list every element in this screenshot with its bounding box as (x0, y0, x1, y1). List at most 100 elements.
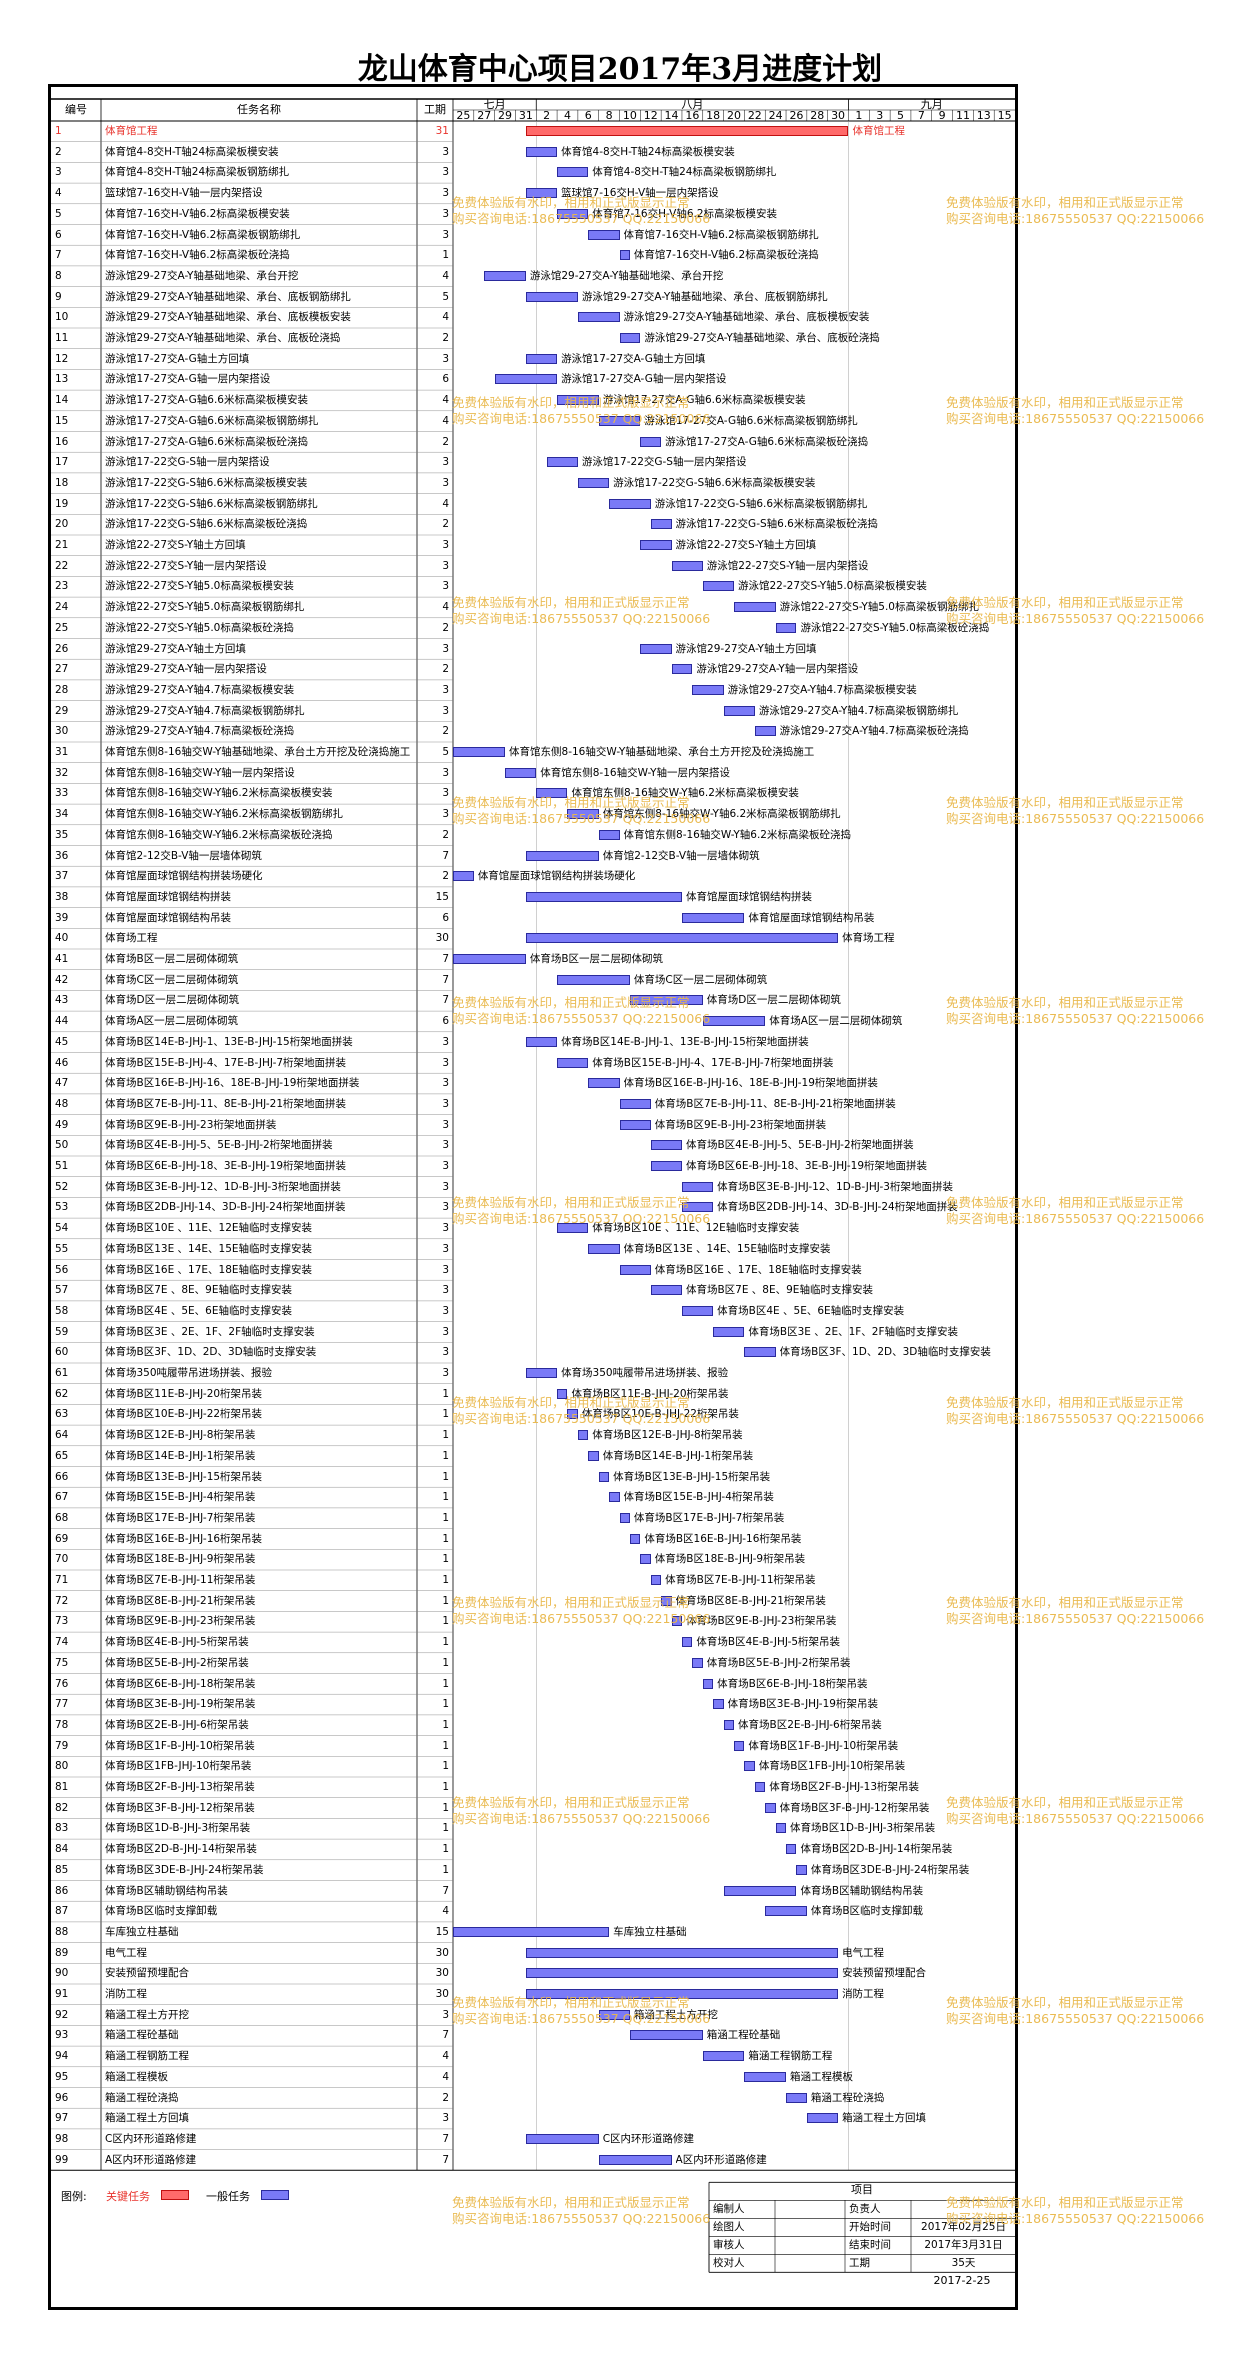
task-bar[interactable] (681, 1181, 714, 1192)
task-bar[interactable] (806, 2113, 839, 2124)
task-bar[interactable] (671, 560, 703, 571)
task-bar[interactable] (754, 1782, 766, 1792)
task-bar[interactable] (619, 1119, 651, 1130)
task-bar[interactable] (796, 1864, 807, 1875)
task-name: 体育场B区3E-B-JHJ-12、1D-B-JHJ-3桁架地面拼装 (105, 1180, 341, 1193)
task-bar[interactable] (702, 581, 734, 592)
task-bar[interactable] (681, 1637, 693, 1648)
task-name: 体育场B区13E-B-JHJ-15桁架吊装 (105, 1470, 263, 1483)
task-bar[interactable] (588, 1243, 620, 1254)
task-bar[interactable] (525, 2133, 599, 2144)
task-bar[interactable] (619, 1098, 651, 1109)
task-bar-label: 车库独立柱基础 (613, 1925, 687, 1938)
task-bar[interactable] (453, 871, 474, 882)
task-bar[interactable] (609, 1492, 620, 1503)
task-bar[interactable] (650, 1285, 682, 1296)
task-bar[interactable] (786, 1844, 797, 1855)
task-bar[interactable] (525, 891, 682, 902)
task-bar[interactable] (453, 954, 526, 964)
task-bar[interactable] (598, 1471, 610, 1482)
task-bar[interactable] (505, 767, 537, 778)
task-name: 游泳馆22-27交S-Y轴5.0标高梁板模安装 (105, 580, 294, 593)
task-bar[interactable] (713, 1326, 745, 1337)
task-bar[interactable] (557, 974, 630, 985)
task-bar[interactable] (525, 353, 558, 364)
task-bar[interactable] (702, 2051, 745, 2062)
task-bar[interactable] (775, 622, 797, 633)
task-bar[interactable] (629, 1533, 641, 1544)
task-bar[interactable] (588, 229, 620, 240)
task-bar[interactable] (713, 1699, 724, 1710)
task-bar[interactable] (588, 1078, 620, 1089)
task-bar[interactable] (619, 1512, 630, 1523)
info-key: 绘图人 (713, 2221, 745, 2234)
task-bar[interactable] (525, 1368, 558, 1378)
task-bar[interactable] (629, 2030, 703, 2041)
task-bar[interactable] (681, 1305, 714, 1316)
task-bar[interactable] (557, 1057, 589, 1068)
task-bar[interactable] (546, 457, 578, 468)
task-name: 体育馆7-16交H-V轴6.2标高梁板砼浇捣 (105, 249, 290, 262)
task-bar[interactable] (734, 602, 776, 613)
task-name: 体育馆屋面球馆钢结构吊装 (105, 911, 231, 924)
task-duration: 4 (442, 311, 449, 324)
task-bar[interactable] (744, 1347, 776, 1358)
task-name: 消防工程 (105, 1988, 147, 2000)
task-bar[interactable] (723, 705, 755, 716)
task-name: 体育馆工程 (105, 125, 158, 137)
task-bar[interactable] (681, 912, 745, 923)
task-bar[interactable] (723, 1885, 797, 1896)
task-bar[interactable] (765, 1802, 776, 1813)
task-bar[interactable] (754, 726, 776, 737)
task-bar[interactable] (525, 146, 558, 157)
task-bar[interactable] (775, 1823, 787, 1834)
task-bar[interactable] (702, 1016, 766, 1027)
task-bar[interactable] (640, 643, 672, 654)
task-bar[interactable] (640, 1554, 651, 1565)
task-bar[interactable] (453, 747, 506, 757)
watermark-line-1: 免费体验版有水印，相用和正式版显示正常 (452, 1795, 690, 1810)
task-bar[interactable] (525, 1947, 839, 1958)
task-bar[interactable] (577, 312, 620, 323)
task-bar[interactable] (525, 933, 839, 944)
task-bar[interactable] (619, 333, 641, 343)
task-bar[interactable] (786, 2092, 807, 2103)
task-bar[interactable] (744, 1761, 755, 1772)
task-bar[interactable] (557, 167, 589, 178)
task-bar-label: 体育馆7-16交H-V轴6.2标高梁板砼浇捣 (633, 249, 819, 262)
task-bar[interactable] (609, 498, 651, 509)
task-name: 游泳馆29-27交A-Y轴基础地梁、承台、底板砼浇捣 (105, 332, 341, 344)
task-bar[interactable] (692, 1657, 703, 1668)
watermark-line-2: 购买咨询电话:18675550537 QQ:22150066 (452, 2011, 711, 2026)
task-bar[interactable] (588, 1450, 599, 1461)
task-duration: 3 (442, 787, 449, 800)
task-bar[interactable] (525, 850, 599, 861)
task-bar[interactable] (723, 1719, 734, 1730)
task-bar[interactable] (453, 1926, 610, 1937)
task-bar[interactable] (734, 1740, 745, 1751)
task-bar[interactable] (577, 1430, 589, 1441)
task-bar[interactable] (702, 1678, 714, 1689)
task-bar[interactable] (650, 1140, 682, 1151)
task-bar[interactable] (744, 2071, 787, 2082)
task-name: 游泳馆22-27交S-Y轴5.0标高梁板钢筋绑扎 (105, 601, 305, 614)
task-bar[interactable] (692, 684, 724, 695)
task-bar[interactable] (598, 829, 620, 840)
task-bar[interactable] (484, 270, 526, 281)
task-bar[interactable] (640, 436, 662, 447)
task-bar[interactable] (525, 1036, 558, 1047)
task-bar[interactable] (640, 540, 672, 550)
task-bar[interactable] (650, 519, 672, 530)
critical-task-bar[interactable] (525, 126, 849, 136)
task-bar[interactable] (650, 1575, 662, 1585)
task-bar[interactable] (671, 664, 693, 675)
task-bar[interactable] (619, 1264, 651, 1275)
task-bar[interactable] (598, 2154, 672, 2165)
task-bar[interactable] (577, 477, 610, 488)
task-bar[interactable] (619, 250, 630, 261)
task-bar[interactable] (525, 1968, 839, 1979)
task-bar[interactable] (650, 1161, 682, 1171)
task-bar[interactable] (765, 1906, 807, 1917)
task-bar[interactable] (494, 374, 558, 385)
task-bar[interactable] (525, 291, 578, 302)
